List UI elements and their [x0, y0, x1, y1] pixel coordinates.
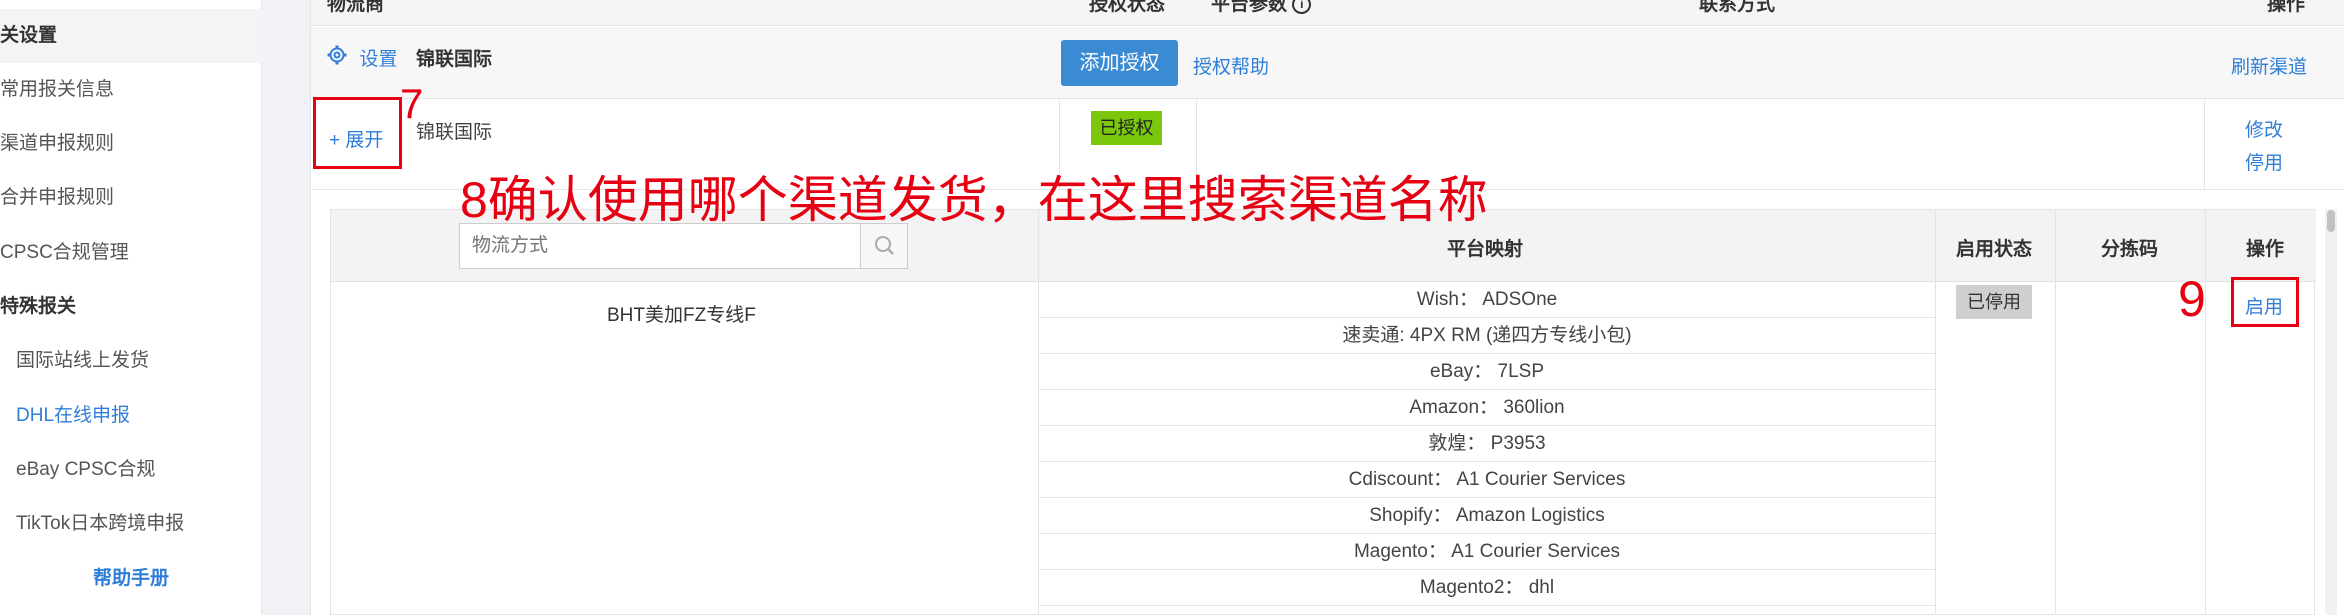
auth-help-link[interactable]: 授权帮助: [1193, 52, 1269, 79]
refresh-channels-link[interactable]: 刷新渠道: [2231, 52, 2307, 79]
sidebar-item[interactable]: TikTok日本跨境申报: [0, 497, 262, 551]
mapping-row: 敦煌： P3953: [1039, 426, 1935, 462]
sidebar-item[interactable]: 常用报关信息: [0, 63, 262, 117]
table-header: [311, 0, 2344, 26]
cell-divider: [2204, 100, 2205, 190]
header-contact: 联系方式: [1699, 0, 1776, 15]
scrollbar-thumb[interactable]: [2327, 210, 2335, 232]
disable-link[interactable]: 停用: [2245, 148, 2283, 175]
sidebar-item[interactable]: 合并申报规则: [0, 171, 262, 225]
carrier-row: [311, 27, 2344, 99]
header-sort-code: 分拣码: [2101, 239, 2159, 260]
sidebar-item[interactable]: 国际站线上发货: [0, 334, 262, 388]
header-platform-mapping: 平台映射: [1447, 239, 1524, 260]
sidebar-item[interactable]: eBay CPSC合规: [0, 443, 262, 497]
sidebar: 关设置 常用报关信息 渠道申报规则 合并申报规则 CPSC合规管理 特殊报关 国际站线上发货…: [0, 0, 262, 615]
add-auth-button[interactable]: 添加授权: [1061, 40, 1178, 86]
channel-name: BHT美加FZ专线F: [607, 305, 756, 326]
sidebar-item[interactable]: 特殊报关: [0, 280, 262, 334]
annotation-step7: 7: [400, 80, 424, 127]
sidebar-item[interactable]: DHL在线申报: [0, 389, 262, 443]
col-divider: [1935, 210, 1936, 615]
header-actions: 操作: [2267, 0, 2306, 15]
annotation-box-expand: [313, 97, 402, 169]
platform-params-label: 平台参数: [1211, 0, 1288, 15]
mapping-row: Amazon： 360lion: [1039, 390, 1935, 426]
carrier-settings-link[interactable]: 设置: [327, 44, 397, 71]
account-name: 锦联国际: [416, 122, 493, 143]
gear-icon: [327, 45, 347, 70]
help-manual-link[interactable]: 帮助手册: [0, 552, 262, 606]
header-carrier: 物流商: [327, 0, 385, 15]
info-icon[interactable]: i: [1292, 0, 1312, 15]
sidebar-item[interactable]: 关设置: [0, 9, 262, 63]
sidebar-item[interactable]: 渠道申报规则: [0, 117, 262, 171]
mapping-row: Shopify： Amazon Logistics: [1039, 498, 1935, 534]
disabled-badge: 已停用: [1956, 285, 2032, 319]
header-auth-status: 授权状态: [1089, 0, 1166, 15]
authorized-badge: 已授权: [1091, 111, 1162, 145]
mapping-row: 速卖通: 4PX RM (递四方专线小包): [1039, 318, 1935, 354]
header-enable-status: 启用状态: [1956, 239, 2033, 260]
settings-label[interactable]: 设置: [359, 49, 397, 70]
scrollbar[interactable]: [2325, 209, 2337, 615]
mapping-row: eBay： 7LSP: [1039, 354, 1935, 390]
mapping-row: Wish： ADSOne: [1039, 282, 1935, 318]
mapping-row: Magento2： dhl: [1039, 570, 1935, 606]
annotation-box-enable: [2231, 277, 2299, 327]
carrier-name: 锦联国际: [416, 49, 493, 70]
mapping-row: Magento： A1 Courier Services: [1039, 534, 1935, 570]
edit-link[interactable]: 修改: [2245, 115, 2283, 142]
sidebar-item[interactable]: CPSC合规管理: [0, 226, 262, 280]
annotation-step8: 8确认使用哪个渠道发货，在这里搜索渠道名称: [460, 172, 1488, 228]
header-channel-actions: 操作: [2246, 239, 2285, 260]
annotation-step9: 9: [2178, 271, 2206, 327]
header-platform-params: 平台参数 i: [1211, 0, 1312, 16]
mapping-row: Cdiscount： A1 Courier Services: [1039, 462, 1935, 498]
channel-table: 平台映射 启用状态 分拣码 操作 BHT美加FZ专线F Wish： ADSOne…: [330, 209, 2316, 615]
col-divider: [2055, 210, 2056, 615]
